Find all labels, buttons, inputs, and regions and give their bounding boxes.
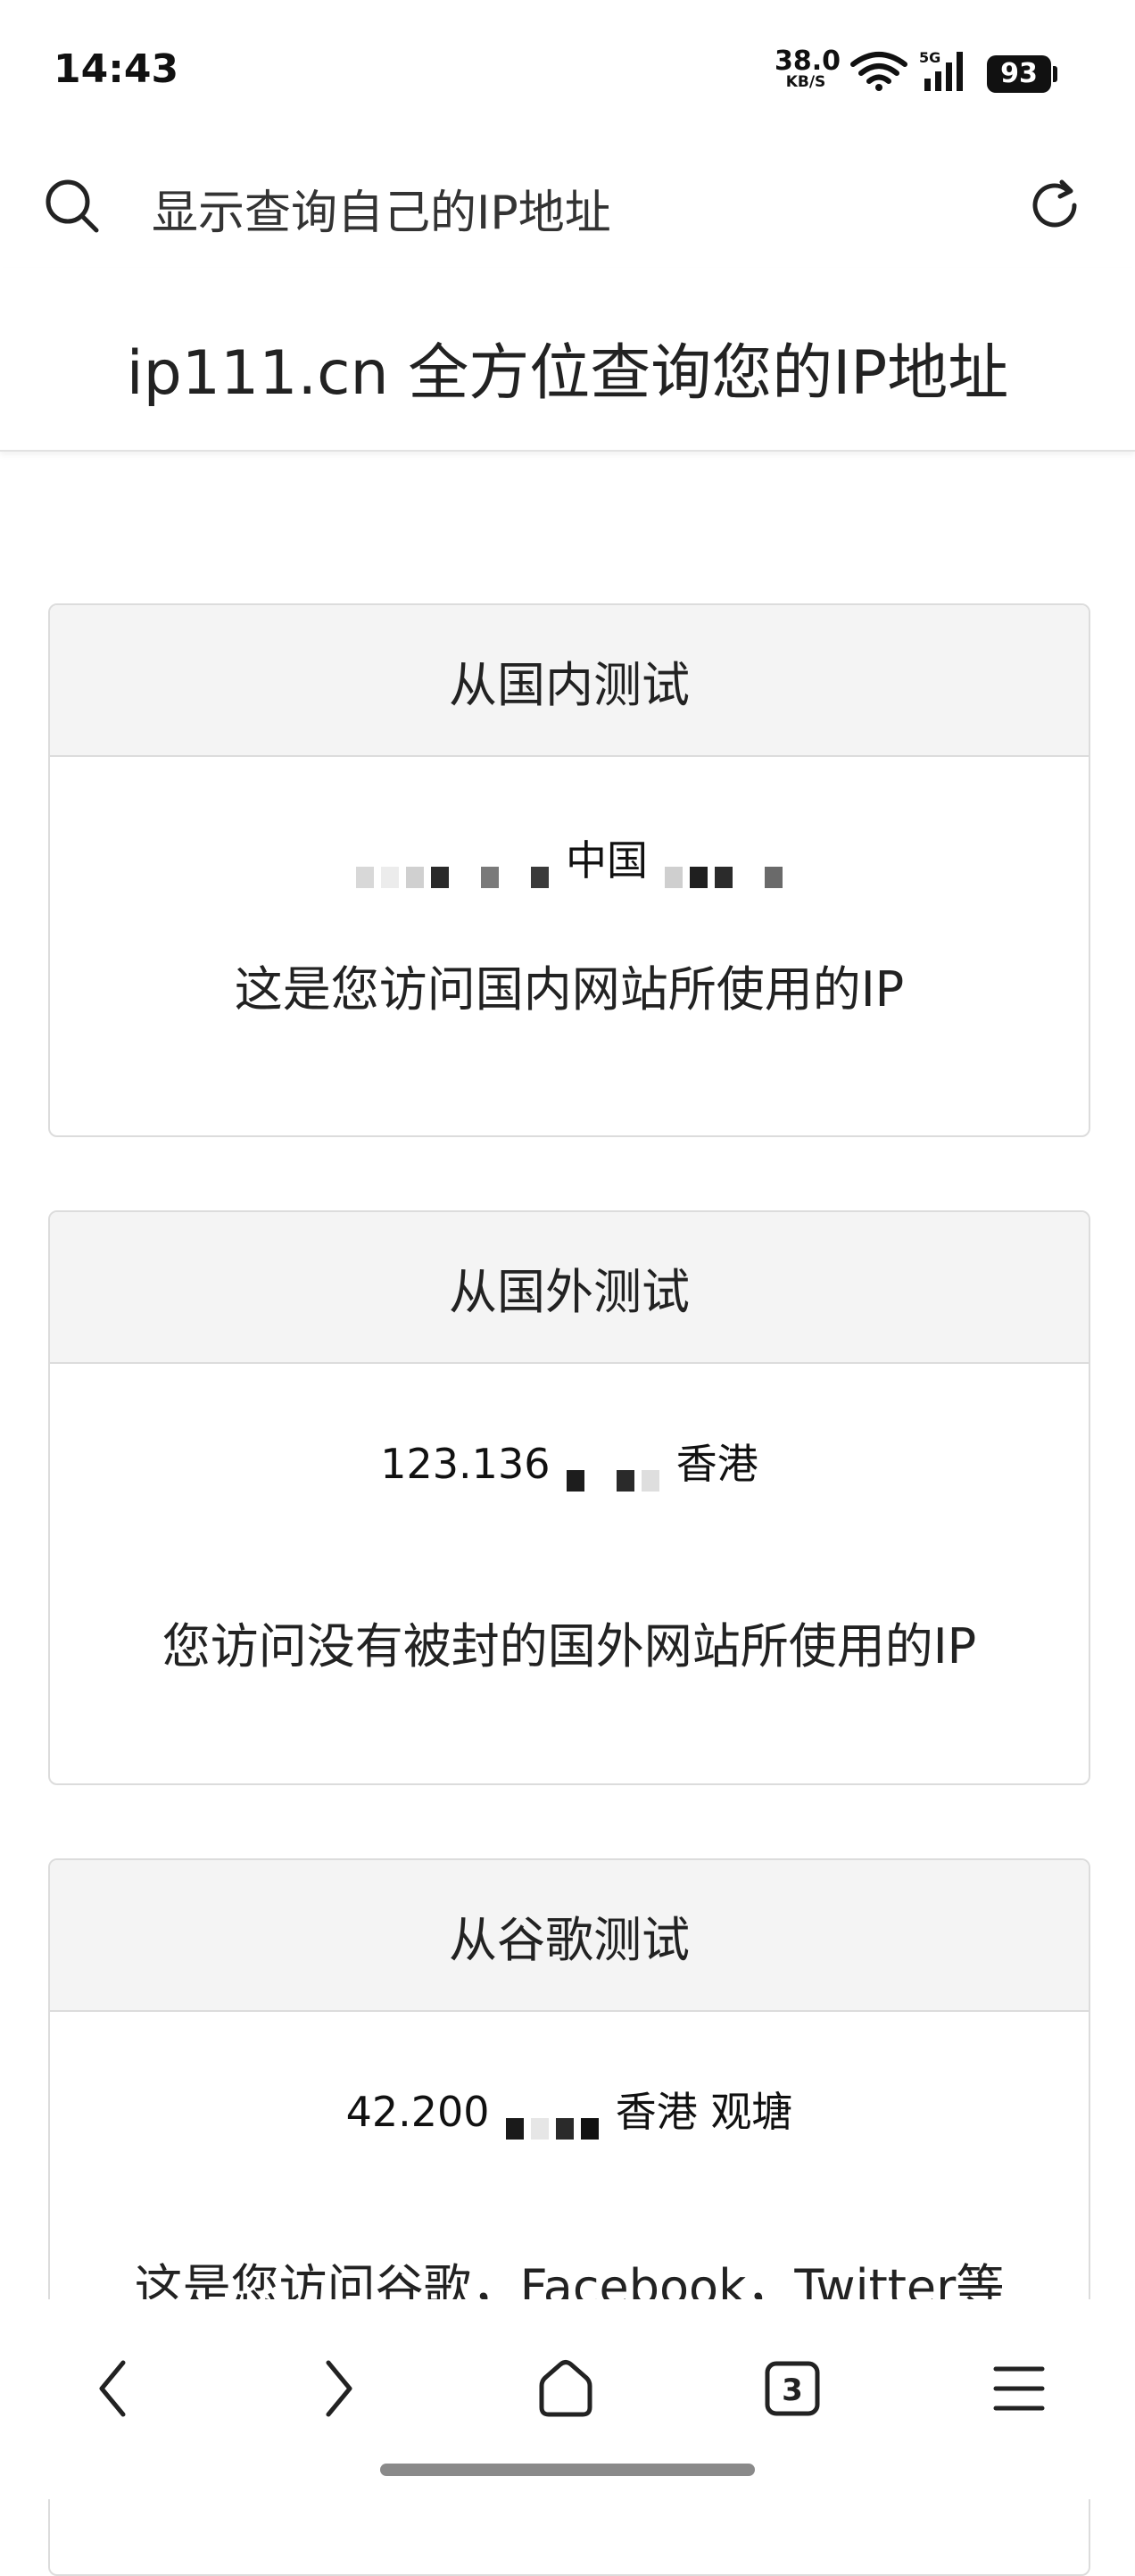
- ip-result: 中国: [50, 828, 1089, 888]
- battery-level: 93: [987, 55, 1051, 93]
- search-icon[interactable]: [43, 177, 102, 236]
- ip-result: 123.136 香港: [50, 1432, 1089, 1492]
- page-title: ip111.cn 全方位查询您的IP地址: [126, 338, 1009, 409]
- status-bar: 14:43 38.0 KB/S 5G 93: [0, 0, 1135, 134]
- domestic-test-card: 从国内测试 中国 这是您访问国内网站所使用的IP: [48, 603, 1090, 1137]
- tabs-button[interactable]: 3: [748, 2344, 837, 2433]
- card-title: 从国外测试: [50, 1212, 1089, 1364]
- ip-prefix-text: 42.200: [345, 2088, 490, 2136]
- chevron-left-icon: [99, 2360, 126, 2417]
- redacted-location-mosaic: [661, 851, 786, 888]
- card-title: 从谷歌测试: [50, 1860, 1089, 2012]
- site-header: ip111.cn 全方位查询您的IP地址: [0, 268, 1135, 452]
- cellular-signal-icon: 5G: [919, 48, 976, 96]
- back-button[interactable]: [68, 2344, 157, 2433]
- wifi-icon: [850, 52, 907, 91]
- ip-prefix-text: 123.136: [380, 1440, 551, 1488]
- browser-address-bar[interactable]: 显示查询自己的IP地址: [0, 152, 1135, 250]
- redacted-ip-mosaic: [563, 1454, 663, 1492]
- ip-location-text: 中国: [566, 836, 648, 885]
- network-speed-value: 38.0: [775, 46, 841, 77]
- chevron-right-icon: [326, 2360, 352, 2417]
- menu-icon: [993, 2366, 1045, 2411]
- network-type-label: 5G: [919, 49, 940, 66]
- home-icon: [539, 2360, 592, 2417]
- battery-tip: [1053, 66, 1057, 82]
- home-button[interactable]: [521, 2344, 610, 2433]
- gesture-home-indicator[interactable]: [380, 2464, 755, 2476]
- status-time: 14:43: [54, 46, 179, 92]
- card-description: 这是您访问国内网站所使用的IP: [234, 961, 905, 1018]
- ip-location-text: 香港: [675, 1440, 758, 1488]
- card-description: 您访问没有被封的国外网站所使用的IP: [162, 1618, 977, 1674]
- network-speed-unit: KB/S: [785, 73, 826, 91]
- ip-result: 42.200 香港 观塘: [50, 2080, 1089, 2140]
- refresh-icon[interactable]: [1026, 177, 1083, 234]
- network-speed: 38.0 KB/S: [775, 46, 841, 91]
- redacted-ip-mosaic: [352, 851, 552, 888]
- tabs-icon: 3: [765, 2361, 820, 2416]
- card-title: 从国内测试: [50, 605, 1089, 757]
- menu-button[interactable]: [974, 2344, 1064, 2433]
- forward-button[interactable]: [294, 2344, 384, 2433]
- foreign-test-card: 从国外测试 123.136 香港 您访问没有被封的国外网站所使用的IP: [48, 1210, 1090, 1785]
- ip-location-text: 香港 观塘: [615, 2088, 793, 2136]
- search-query-text[interactable]: 显示查询自己的IP地址: [152, 175, 611, 242]
- redacted-ip-mosaic: [502, 2102, 602, 2140]
- tab-count: 3: [782, 2372, 803, 2408]
